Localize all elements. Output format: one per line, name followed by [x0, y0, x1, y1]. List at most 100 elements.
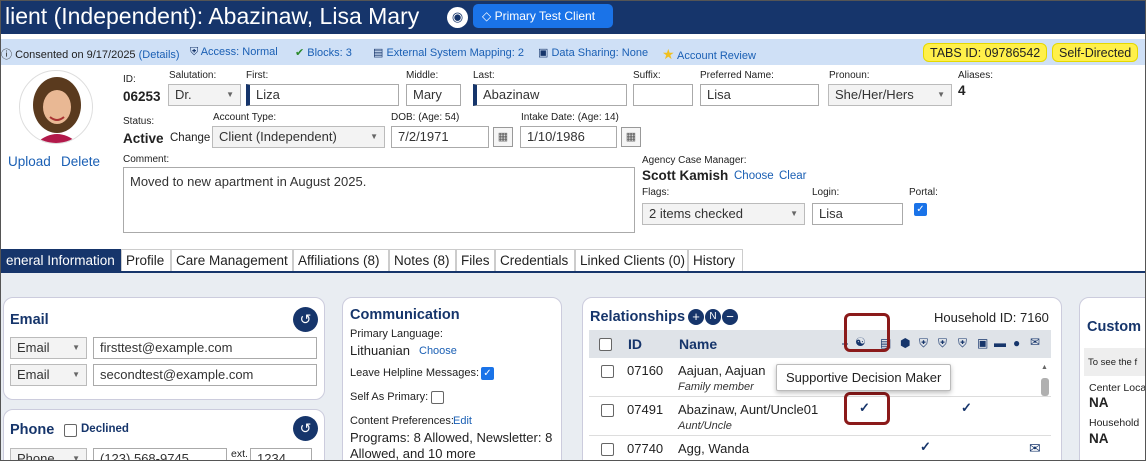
portal-checkbox[interactable]: ✓ [914, 203, 927, 216]
helpline-checkbox[interactable]: ✓ [481, 367, 494, 380]
consent-details-link[interactable]: (Details) [139, 49, 180, 61]
relationship-name[interactable]: Abazinaw, Aunt/Uncle01 [678, 402, 818, 417]
shield-h-checkmark: ✓ [961, 400, 972, 415]
shield-checkmark: ✓ [920, 439, 931, 454]
account-review-link[interactable]: ★ Account Review [662, 46, 756, 63]
scrollbar-thumb[interactable] [1041, 378, 1049, 396]
case-manager-clear-link[interactable]: Clear [779, 170, 806, 182]
chevron-down-icon: ▼ [937, 90, 945, 99]
delete-photo-link[interactable]: Delete [61, 154, 100, 169]
info-bar: ⓘ Consented on 9/17/2025 (Details) ⛨ Acc… [1, 39, 1145, 65]
case-manager-choose-link[interactable]: Choose [734, 170, 774, 182]
mail-icon[interactable]: ✉ [1030, 335, 1040, 349]
add-relationship-icon[interactable]: + [688, 309, 704, 325]
email-type-select[interactable]: Email ▼ [10, 364, 87, 386]
row-checkbox[interactable] [601, 443, 614, 456]
pronoun-label: Pronoun: [829, 70, 870, 81]
middle-name-input[interactable]: Mary [406, 84, 461, 106]
first-name-input[interactable]: Liza [246, 84, 399, 106]
preferred-name-label: Preferred Name: [700, 70, 774, 81]
account-type-label: Account Type: [213, 112, 277, 123]
first-label: First: [246, 70, 269, 81]
shield-star-icon[interactable]: ⛨ [938, 336, 947, 351]
avatar[interactable] [19, 70, 93, 144]
preferred-name-input[interactable]: Lisa [700, 84, 819, 106]
flags-label: Flags: [642, 187, 670, 198]
calendar-icon[interactable]: ▦ [621, 127, 641, 147]
access-link[interactable]: ⛨ Access: Normal [190, 46, 278, 59]
account-type-select[interactable]: Client (Independent) ▼ [212, 126, 385, 148]
badge-icon[interactable]: ⬢ [900, 336, 910, 350]
relationship-name[interactable]: Aajuan, Aajuan [678, 363, 765, 378]
media-icon[interactable]: ▣ [977, 336, 988, 350]
email-input[interactable]: secondtest@example.com [93, 364, 317, 386]
login-input[interactable]: Lisa [812, 203, 903, 225]
phone-declined-checkbox[interactable] [64, 424, 77, 437]
intake-date-input[interactable]: 1/10/1986 [520, 126, 617, 148]
salutation-select[interactable]: Dr. ▼ [168, 84, 241, 106]
email-title: Email [10, 312, 49, 328]
table-row[interactable]: 07740 Agg, Wanda ✓ ✉ [589, 437, 1051, 460]
phone-ext-input[interactable]: 1234 [250, 448, 312, 460]
star-icon: ★ [662, 46, 675, 62]
chevron-down-icon: ▼ [370, 132, 378, 141]
phone-declined-label: Declined [81, 423, 129, 435]
table-row[interactable]: 07491 Abazinaw, Aunt/Uncle01 Aunt/Uncle … [589, 398, 1051, 436]
mapping-link[interactable]: ▤ External System Mapping: 2 [373, 46, 524, 59]
shield-icon[interactable]: ⛨ [919, 336, 928, 351]
primary-badge-label: Primary Test Client [494, 9, 596, 23]
remove-relationship-icon[interactable]: − [722, 309, 738, 325]
row-checkbox[interactable] [601, 404, 614, 417]
client-form: Upload Delete ID: 06253 Salutation: Dr. ▼… [1, 65, 1145, 245]
blocks-text: Blocks: 3 [307, 47, 352, 59]
email-type-select[interactable]: Email ▼ [10, 337, 87, 359]
tab-content: Email ↺ Email ▼ firsttest@example.com Ema… [1, 271, 1145, 460]
monitor-icon: ▣ [538, 47, 549, 59]
history-icon[interactable]: ↺ [293, 416, 318, 441]
scroll-up-icon[interactable]: ▲ [1041, 364, 1048, 371]
household-label: Household [1089, 417, 1140, 429]
history-icon[interactable]: ↺ [293, 307, 318, 332]
email-input[interactable]: firsttest@example.com [93, 337, 317, 359]
phone-input[interactable]: (123) 568-9745 [93, 448, 227, 460]
self-primary-label: Self As Primary: [350, 391, 429, 403]
phone-type-select[interactable]: Phone ▼ [10, 448, 87, 460]
data-sharing-link[interactable]: ▣ Data Sharing: None [538, 46, 648, 59]
pronoun-select[interactable]: She/Her/Hers ▼ [828, 84, 952, 106]
last-name-input[interactable]: Abazinaw [473, 84, 627, 106]
network-icon[interactable]: N [705, 309, 721, 325]
suffix-input[interactable] [633, 84, 693, 106]
select-all-checkbox[interactable] [599, 338, 612, 351]
content-preferences-edit-link[interactable]: Edit [453, 415, 472, 427]
language-choose-link[interactable]: Choose [419, 345, 457, 357]
page-title: lient (Independent): Abazinaw, Lisa Mary [5, 3, 420, 29]
block-marker-icon: ✔ [295, 47, 305, 59]
access-text: Access: Normal [200, 46, 278, 58]
card-icon[interactable]: ▬ [994, 336, 1006, 350]
status-change-link[interactable]: Change [170, 132, 210, 144]
upload-photo-link[interactable]: Upload [8, 154, 51, 169]
flags-select[interactable]: 2 items checked ▼ [642, 203, 805, 225]
primary-test-client-badge[interactable]: ◇ Primary Test Client [473, 4, 613, 28]
person-icon[interactable]: ● [1013, 336, 1020, 350]
calendar-icon[interactable]: ▦ [493, 127, 513, 147]
relationship-type: Aunt/Uncle [678, 420, 732, 432]
relationship-name[interactable]: Agg, Wanda [678, 441, 749, 456]
relationship-id: 07160 [627, 363, 664, 378]
salutation-label: Salutation: [169, 70, 217, 81]
dob-input[interactable]: 7/2/1971 [391, 126, 489, 148]
tag-icon[interactable]: ◉ [447, 7, 468, 28]
row-checkbox[interactable] [601, 365, 614, 378]
aliases-count[interactable]: 4 [958, 83, 966, 98]
mail-icon[interactable]: ✉ [1029, 440, 1041, 457]
col-header-name: Name [679, 336, 718, 352]
phone-title: Phone [10, 422, 55, 438]
blocks-link[interactable]: ✔ Blocks: 3 [295, 46, 352, 59]
email-type-value: Email [17, 367, 50, 382]
relationship-id: 07740 [627, 441, 664, 456]
account-review-text: Account Review [677, 50, 756, 62]
shield-h-icon[interactable]: ⛨ [958, 336, 967, 351]
aliases-label: Aliases: [958, 70, 994, 81]
self-primary-checkbox[interactable] [431, 391, 444, 404]
comment-textarea[interactable]: Moved to new apartment in August 2025. [123, 167, 635, 233]
